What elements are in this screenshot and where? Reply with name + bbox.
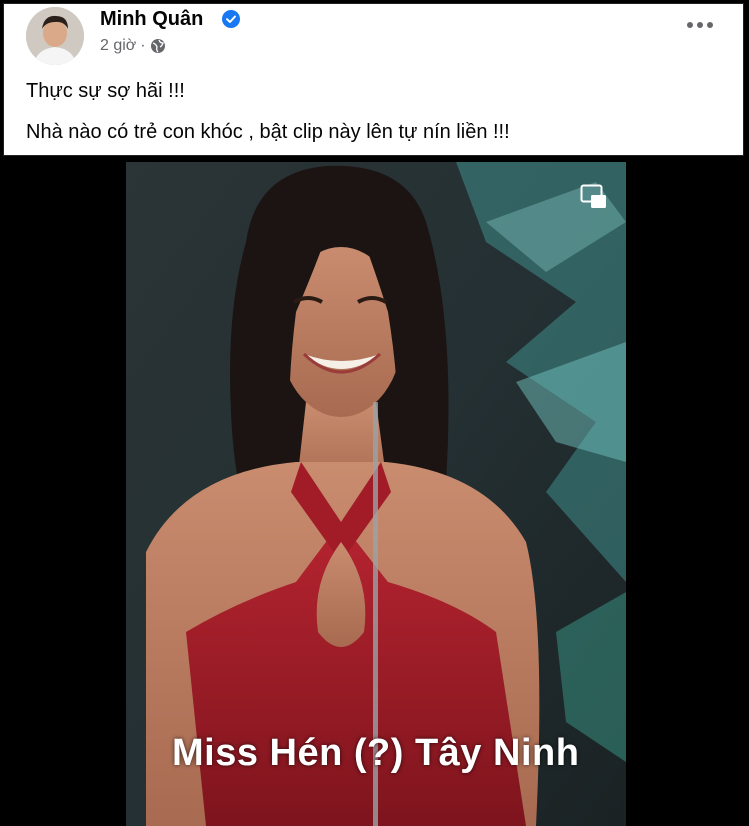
globe-icon[interactable] [150, 38, 166, 54]
author-avatar[interactable] [26, 7, 84, 65]
verified-badge-icon [222, 10, 240, 28]
video-frame [126, 162, 626, 826]
more-options-icon[interactable] [685, 18, 715, 32]
picture-in-picture-icon[interactable] [580, 184, 608, 210]
author-name[interactable]: Minh Quân [100, 8, 203, 31]
post-card: Minh Quân 2 giờ · Thực sự sợ hãi !!! Nhà… [3, 3, 744, 156]
video-player[interactable]: Miss Hén (?) Tây Ninh [126, 162, 626, 826]
post-timestamp[interactable]: 2 giờ [100, 37, 136, 55]
video-caption: Miss Hén (?) Tây Ninh [172, 732, 580, 774]
avatar-image [26, 7, 84, 65]
post-text-line-2: Nhà nào có trẻ con khóc , bật clip này l… [26, 121, 510, 143]
post-text-line-1: Thực sự sợ hãi !!! [26, 80, 185, 102]
post-meta: 2 giờ · [100, 37, 166, 55]
meta-separator: · [140, 37, 146, 54]
